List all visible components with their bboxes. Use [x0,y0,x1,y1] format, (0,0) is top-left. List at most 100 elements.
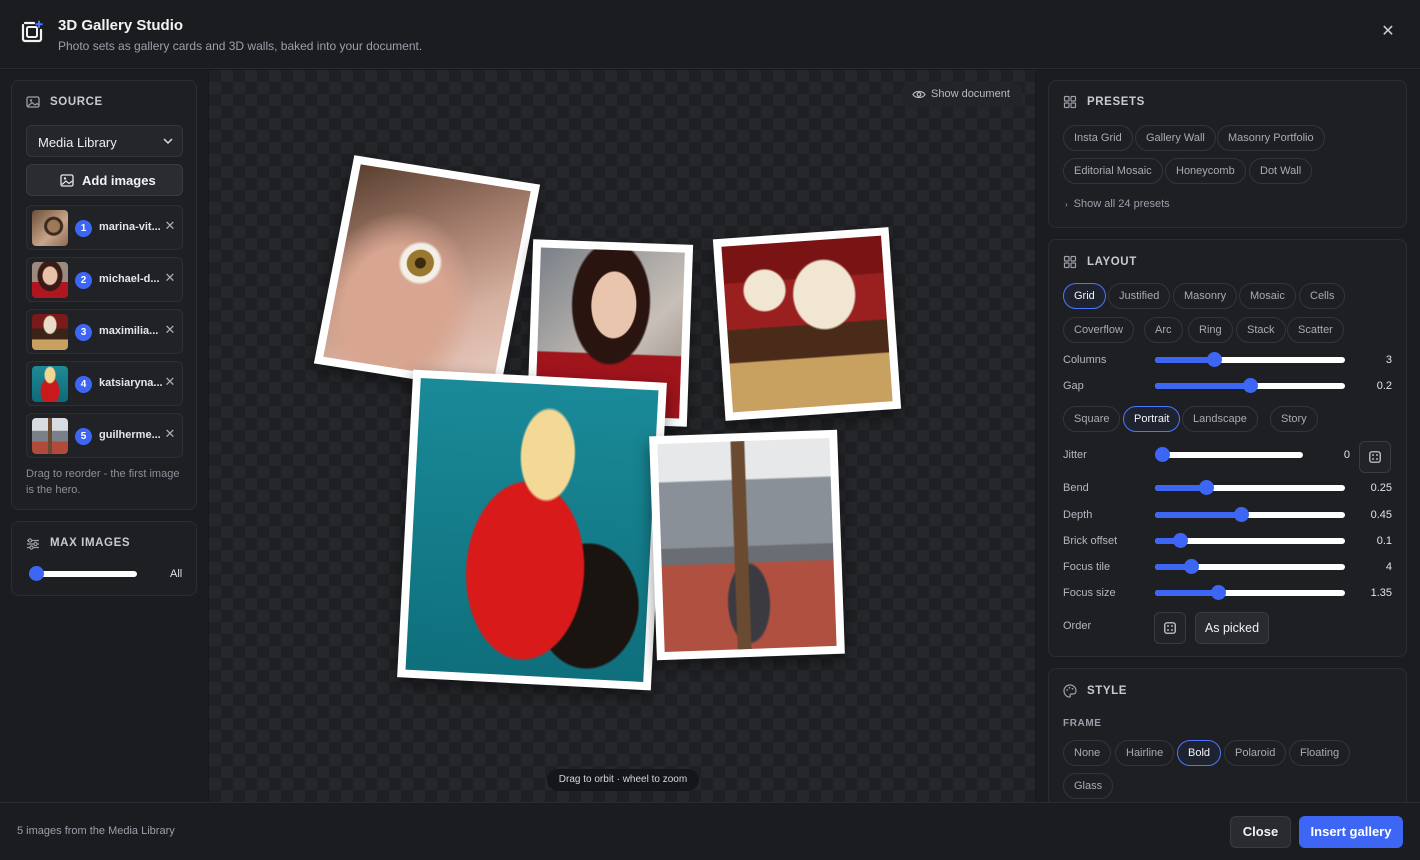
image-thumbnail [32,366,68,402]
slider-handle[interactable] [29,566,44,581]
aspect-landscape[interactable]: Landscape [1182,406,1258,432]
chevron-right-icon: › [1065,200,1068,209]
brick-offset-value: 0.1 [1376,535,1392,547]
remove-icon[interactable]: ✕ [163,271,177,285]
show-document-label: Show document [931,88,1010,100]
close-button[interactable]: Close [1230,816,1291,848]
slider-handle[interactable] [1233,507,1249,522]
remove-icon[interactable]: ✕ [163,323,177,337]
gallery-photo-eye [313,155,541,393]
order-as-picked-button[interactable]: As picked [1195,612,1269,644]
slider-handle[interactable] [1243,378,1258,393]
bend-slider[interactable] [1155,480,1345,496]
close-dialog-icon[interactable]: ✕ [1378,22,1398,42]
layout-mode-stack[interactable]: Stack [1236,317,1286,343]
remove-icon[interactable]: ✕ [163,219,177,233]
image-list-item[interactable]: 3 maximilia... ✕ [26,309,183,354]
orbit-hint: Drag to orbit · wheel to zoom [547,769,699,791]
gallery-logo-icon [21,20,43,43]
preset-chip[interactable]: Dot Wall [1249,158,1313,184]
image-order-badge: 5 [75,428,92,445]
right-panel: PRESETS Insta Grid Gallery Wall Masonry … [1036,70,1420,802]
dice-icon [1164,622,1176,634]
frame-hairline[interactable]: Hairline [1115,740,1175,766]
source-title: SOURCE [50,96,103,108]
show-all-presets-link[interactable]: › Show all 24 presets [1065,198,1170,210]
insert-gallery-button[interactable]: Insert gallery [1299,816,1403,848]
chevron-down-icon [163,138,173,145]
slider-handle[interactable] [1199,480,1215,495]
slider-handle[interactable] [1206,352,1222,367]
layout-mode-mosaic[interactable]: Mosaic [1239,283,1296,309]
layout-mode-coverflow[interactable]: Coverflow [1063,317,1134,343]
layout-mode-scatter[interactable]: Scatter [1287,317,1344,343]
reorder-hint: Drag to reorder - the first image is the… [26,468,180,496]
jitter-value: 0 [1343,449,1350,461]
depth-slider[interactable] [1155,507,1345,523]
image-filename: katsiaryna... [99,377,163,389]
shuffle-order-button[interactable] [1154,612,1186,644]
focus-tile-slider[interactable] [1155,559,1345,575]
frame-bold[interactable]: Bold [1177,740,1222,766]
image-list-item[interactable]: 5 guilherme... ✕ [26,413,183,458]
image-list-item[interactable]: 2 michael-d... ✕ [26,257,183,302]
aspect-portrait[interactable]: Portrait [1123,406,1181,432]
brick-offset-slider[interactable] [1155,533,1345,549]
jitter-slider[interactable] [1155,447,1303,463]
frame-glass[interactable]: Glass [1063,773,1114,799]
layout-mode-cells[interactable]: Cells [1299,283,1346,309]
slider-handle[interactable] [1210,585,1226,600]
aspect-square[interactable]: Square [1063,406,1121,432]
gallery-photo-cafe [712,227,902,421]
layout-mode-ring[interactable]: Ring [1188,317,1233,343]
image-thumbnail [32,314,68,350]
grid-icon [1063,95,1077,109]
source-select[interactable]: Media Library [26,125,183,157]
add-images-button[interactable]: Add images [26,164,183,196]
show-all-presets-label: Show all 24 presets [1073,198,1170,210]
frame-sublabel: FRAME [1063,718,1102,729]
show-document-button[interactable]: Show document [902,83,1022,107]
preset-chip[interactable]: Insta Grid [1063,125,1133,151]
randomize-jitter-button[interactable] [1359,441,1391,473]
image-order-badge: 2 [75,272,92,289]
columns-value: 3 [1385,354,1392,366]
max-images-slider[interactable] [29,566,137,582]
remove-icon[interactable]: ✕ [163,427,177,441]
dialog-footer: 5 images from the Media Library Close In… [0,802,1420,860]
presets-card: PRESETS Insta Grid Gallery Wall Masonry … [1048,80,1407,228]
focus-tile-value: 4 [1385,561,1392,573]
frame-none[interactable]: None [1063,740,1112,766]
layout-title: LAYOUT [1087,256,1137,268]
layout-mode-justified[interactable]: Justified [1108,283,1171,309]
presets-title: PRESETS [1087,96,1145,108]
image-thumbnail [32,418,68,454]
layout-mode-grid[interactable]: Grid [1063,283,1106,309]
bend-value: 0.25 [1370,482,1392,494]
preset-chip[interactable]: Gallery Wall [1135,125,1216,151]
image-list-item[interactable]: 4 katsiaryna... ✕ [26,361,183,406]
slider-handle[interactable] [1184,559,1200,574]
layout-mode-masonry[interactable]: Masonry [1173,283,1238,309]
preset-chip[interactable]: Honeycomb [1165,158,1246,184]
style-card: STYLE FRAME None Hairline Bold Polaroid … [1048,668,1407,802]
depth-label: Depth [1063,509,1093,521]
focus-size-slider[interactable] [1155,585,1345,601]
image-list-item[interactable]: 1 marina-vit... ✕ [26,205,183,250]
frame-polaroid[interactable]: Polaroid [1224,740,1287,766]
aspect-story[interactable]: Story [1270,406,1318,432]
source-select-value: Media Library [38,135,117,150]
slider-handle[interactable] [1172,533,1188,548]
image-order-badge: 4 [75,376,92,393]
remove-icon[interactable]: ✕ [163,375,177,389]
preset-chip[interactable]: Editorial Mosaic [1063,158,1163,184]
frame-floating[interactable]: Floating [1289,740,1351,766]
gap-slider[interactable] [1155,378,1345,394]
slider-handle[interactable] [1155,447,1170,462]
max-images-title: MAX IMAGES [50,537,131,549]
gallery-preview-canvas[interactable]: Show document Drag to orbit · wheel to z… [209,70,1035,802]
focus-size-value: 1.35 [1370,587,1392,599]
columns-slider[interactable] [1155,352,1345,368]
preset-chip[interactable]: Masonry Portfolio [1217,125,1325,151]
layout-mode-arc[interactable]: Arc [1144,317,1183,343]
